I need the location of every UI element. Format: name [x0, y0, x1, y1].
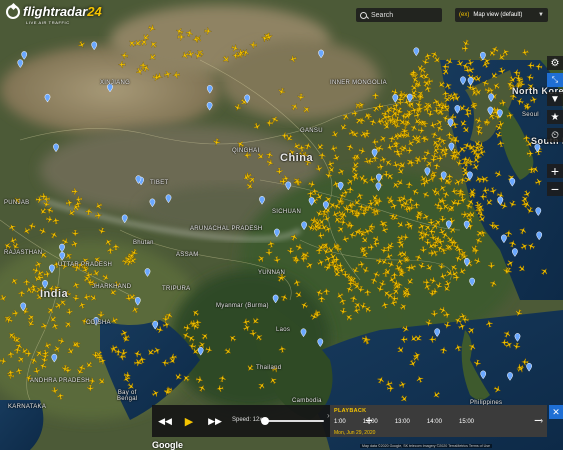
speed-slider-track[interactable]	[264, 420, 324, 422]
label-tripura: TRIPURA	[162, 286, 191, 292]
timeline-tick[interactable]: 14:00	[427, 419, 442, 425]
playback-controls: ◀◀ ▶ ▶▶ Speed: 12x ›	[152, 405, 330, 437]
play-icon[interactable]: ▶	[182, 415, 196, 428]
label-rajasthan: RAJASTHAN	[4, 250, 43, 256]
playback-date: Mon, Jun 29, 2020	[334, 430, 376, 436]
label-punjab: PUNJAB	[4, 200, 30, 206]
timeline-tick[interactable]: 1:00	[334, 419, 346, 425]
label-andhra: ANDHRA PRADESH	[30, 378, 90, 384]
label-bhutan: Bhutan	[133, 240, 154, 246]
label-uttar: UTTAR PRADESH	[58, 262, 113, 268]
playback-clock-icon[interactable]: ⏲	[547, 128, 563, 142]
filter-icon[interactable]: ▼	[547, 92, 563, 106]
label-tibet: TIBET	[150, 180, 169, 186]
map-view-badge: (ex)	[459, 12, 470, 18]
label-inner-mongolia: INNER MONGOLIA	[330, 80, 387, 86]
label-seoul: Seoul	[522, 112, 539, 118]
playback-title: PLAYBACK	[334, 408, 367, 414]
label-odisha: ODISHA	[86, 320, 111, 326]
label-india: India	[40, 288, 69, 300]
radar-logo-icon	[6, 4, 20, 19]
timeline-tick[interactable]: 13:00	[395, 419, 410, 425]
label-china: China	[280, 152, 314, 164]
label-qinghai: QINGHAI	[232, 148, 260, 154]
speed-slider-handle[interactable]	[261, 417, 269, 425]
timeline-tick[interactable]: 15:00	[459, 419, 474, 425]
widgets-expand-icon[interactable]: ⤡	[547, 73, 563, 87]
label-cambodia: Cambodia	[292, 398, 322, 404]
logo-tagline: LIVE AIR TRAFFIC	[26, 20, 70, 25]
map-view-dropdown[interactable]: (ex) Map view (default) ▼	[455, 8, 548, 22]
app-logo[interactable]: flightradar24	[6, 4, 102, 19]
label-yunnan: YUNNAN	[258, 270, 286, 276]
playback-bar: ◀◀ ▶ ▶▶ Speed: 12x › PLAYBACK 1:00 12:00…	[152, 405, 547, 437]
label-myanmar: Myanmar (Burma)	[216, 303, 269, 309]
search-icon	[360, 11, 367, 19]
zoom-out-button[interactable]: −	[547, 181, 563, 197]
label-sichuan: SICHUAN	[272, 209, 302, 215]
favorites-star-icon[interactable]: ★	[547, 110, 563, 124]
timeline-ticks: 1:00 12:00 13:00 14:00 15:00	[334, 419, 474, 425]
settings-gear-icon[interactable]: ⚙	[547, 56, 563, 70]
rewind-icon[interactable]: ◀◀	[158, 415, 172, 427]
timeline-zoom-in-button[interactable]: +	[365, 412, 373, 428]
fast-forward-icon[interactable]: ▶▶	[208, 415, 222, 427]
map-attribution[interactable]: Map data ©2020 Google, SK telecom Imager…	[360, 444, 493, 448]
label-thailand: Thailand	[256, 365, 282, 371]
zoom-in-button[interactable]: +	[547, 163, 563, 179]
label-karnataka: KARNATAKA	[8, 404, 47, 410]
search-box[interactable]: Search	[356, 8, 442, 22]
label-arunachal: ARUNACHAL PRADESH	[190, 226, 263, 232]
search-placeholder: Search	[371, 11, 394, 19]
playback-timeline[interactable]: PLAYBACK 1:00 12:00 13:00 14:00 15:00 Mo…	[330, 405, 547, 437]
label-bay-of-bengal: Bay of Bengal	[117, 390, 138, 402]
label-jharkhand: JHARKHAND	[92, 284, 132, 290]
speed-label: Speed: 12x	[232, 417, 263, 423]
map-view-label: Map view (default)	[473, 12, 523, 18]
label-gansu: GANSU	[300, 128, 323, 134]
flight-map[interactable]: China India North Korea South K Myanmar …	[0, 0, 563, 450]
label-laos: Laos	[276, 327, 291, 333]
google-logo: Google	[152, 440, 183, 450]
chevron-down-icon: ▼	[538, 12, 544, 18]
close-playback-icon[interactable]: ✕	[549, 405, 563, 419]
label-xinjiang: XINJIANG	[100, 80, 131, 86]
label-assam: ASSAM	[176, 252, 199, 258]
timeline-zoom-out-button[interactable]: −	[534, 412, 542, 428]
